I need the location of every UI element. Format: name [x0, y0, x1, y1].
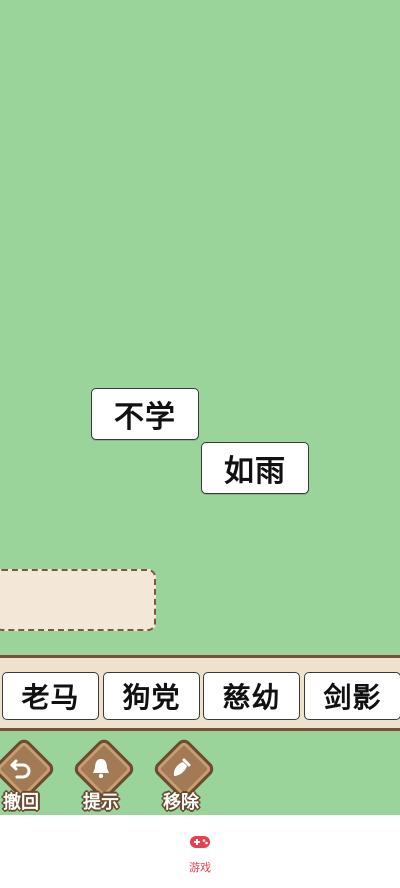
answer-slot-tray[interactable]	[0, 569, 156, 631]
gamepad-icon	[189, 831, 211, 853]
option-tile[interactable]: 老马	[2, 672, 99, 720]
remove-button[interactable]: 移除	[148, 736, 217, 814]
nav-item-games[interactable]: 游戏	[170, 829, 230, 875]
option-tile[interactable]: 慈幼	[203, 672, 300, 720]
undo-arrow-icon	[5, 753, 37, 783]
options-bar: 老马 狗党 慈幼 剑影	[0, 655, 400, 731]
undo-label: 撤回	[3, 792, 39, 813]
undo-button[interactable]: 撤回	[0, 736, 57, 814]
option-tile[interactable]: 剑影	[304, 672, 400, 720]
game-board: 不学 如雨 老马 狗党 慈幼 剑影 撤回 提示 移除	[0, 0, 400, 815]
remove-label: 移除	[163, 792, 199, 813]
hint-label: 提示	[83, 792, 119, 813]
hint-button[interactable]: 提示	[68, 736, 137, 814]
bottom-navigation: 游戏	[0, 815, 400, 888]
word-tile[interactable]: 如雨	[201, 442, 309, 494]
bell-icon	[85, 753, 117, 783]
word-tile[interactable]: 不学	[91, 388, 199, 440]
nav-games-label: 游戏	[189, 861, 211, 874]
broom-icon	[165, 753, 197, 783]
option-tile[interactable]: 狗党	[103, 672, 200, 720]
